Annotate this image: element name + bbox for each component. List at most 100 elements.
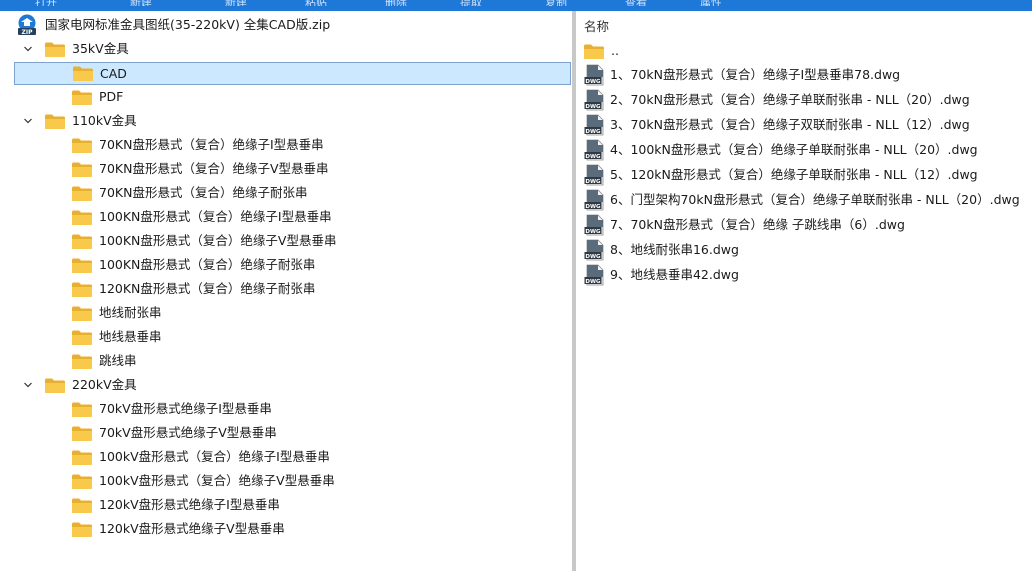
tree-node-label: CAD — [100, 65, 127, 81]
tree-folder-node[interactable]: 70KN盘形悬式（复合）绝缘子V型悬垂串 — [71, 157, 551, 181]
tree-node-label: PDF — [99, 89, 124, 104]
tree-group-node[interactable]: 110kV金具 — [20, 109, 540, 133]
toolbar-button[interactable]: 粘贴 — [305, 0, 329, 6]
dwg-badge: DWG — [585, 279, 601, 285]
tree-node-label: 100kV盘形悬式（复合）绝缘子Ⅴ型悬垂串 — [99, 473, 335, 488]
tree-node-label: 70KN盘形悬式（复合）绝缘子Ⅰ型悬垂串 — [99, 137, 324, 152]
tree-folder-node[interactable]: 100kV盘形悬式（复合）绝缘子Ⅰ型悬垂串 — [71, 445, 551, 469]
tree-folder-node[interactable]: 100KN盘形悬式（复合）绝缘子耐张串 — [71, 253, 551, 277]
folder-icon — [71, 521, 93, 538]
file-row[interactable]: DWG 1、70kN盘形悬式（复合）绝缘子I型悬垂串78.dwg — [584, 63, 1030, 87]
chevron-down-icon[interactable] — [20, 377, 36, 393]
toolbar-button[interactable]: 删除 — [385, 0, 409, 6]
toolbar-button[interactable]: 提取 — [460, 0, 484, 6]
file-name: 9、地线悬垂串42.dwg — [610, 267, 739, 282]
folder-icon — [71, 233, 93, 250]
toolbar-button[interactable]: 属性 — [700, 0, 724, 6]
tree-node-label: 跳线串 — [99, 353, 137, 368]
tree-folder-node[interactable]: 120kV盘形悬式绝缘子V型悬垂串 — [71, 517, 551, 541]
tree-group-node[interactable]: 35kV金具 — [20, 37, 540, 61]
folder-icon — [44, 41, 66, 58]
tree-node-label: 地线悬垂串 — [99, 329, 162, 344]
tree-node-label: 110kV金具 — [72, 113, 137, 128]
parent-folder-row[interactable]: .. — [583, 39, 1023, 63]
file-row[interactable]: DWG 2、70kN盘形悬式（复合）绝缘子单联耐张串 - NLL（20）.dwg — [584, 88, 1030, 112]
tree-folder-node[interactable]: 70KN盘形悬式（复合）绝缘子耐张串 — [71, 181, 551, 205]
chevron-down-icon[interactable] — [20, 113, 36, 129]
folder-icon — [72, 65, 94, 82]
tree-folder-node[interactable]: 70kV盘形悬式绝缘子Ⅴ型悬垂串 — [71, 421, 551, 445]
tree-node-label: 70KN盘形悬式（复合）绝缘子V型悬垂串 — [99, 161, 329, 176]
tree-node-label: 70kV盘形悬式绝缘子Ⅴ型悬垂串 — [99, 425, 277, 440]
toolbar-button[interactable]: 新建 — [225, 0, 249, 6]
folder-icon — [44, 113, 66, 130]
tree-folder-node[interactable]: 地线耐张串 — [71, 301, 551, 325]
file-row[interactable]: DWG 5、120kN盘形悬式（复合）绝缘子单联耐张串 - NLL（12）.dwg — [584, 163, 1030, 187]
tree-node-label: 100KN盘形悬式（复合）绝缘子Ⅰ型悬垂串 — [99, 209, 332, 224]
dwg-badge: DWG — [585, 104, 601, 110]
dwg-file-icon: DWG — [584, 214, 605, 236]
folder-icon — [71, 425, 93, 442]
tree-node-label: 地线耐张串 — [99, 305, 162, 320]
file-name: 3、70kN盘形悬式（复合）绝缘子双联耐张串 - NLL（12）.dwg — [610, 117, 970, 132]
tree-folder-node[interactable]: 70KN盘形悬式（复合）绝缘子Ⅰ型悬垂串 — [71, 133, 551, 157]
file-name: 5、120kN盘形悬式（复合）绝缘子单联耐张串 - NLL（12）.dwg — [610, 167, 978, 182]
folder-icon — [583, 43, 605, 60]
file-row[interactable]: DWG 8、地线耐张串16.dwg — [584, 238, 1030, 262]
dwg-file-icon: DWG — [584, 89, 605, 111]
parent-folder-label: .. — [611, 43, 619, 58]
tree-folder-node[interactable]: 100KN盘形悬式（复合）绝缘子V型悬垂串 — [71, 229, 551, 253]
dwg-file-icon: DWG — [584, 164, 605, 186]
dwg-file-icon: DWG — [584, 64, 605, 86]
dwg-badge: DWG — [585, 154, 601, 160]
name-column-header[interactable]: 名称 — [584, 16, 609, 35]
toolbar-button[interactable]: 查看 — [625, 0, 649, 6]
dwg-file-icon: DWG — [584, 139, 605, 161]
file-name: 4、100kN盘形悬式（复合）绝缘子单联耐张串 - NLL（20）.dwg — [610, 142, 978, 157]
chevron-down-icon[interactable] — [20, 41, 36, 57]
tree-folder-node[interactable]: 100kV盘形悬式（复合）绝缘子Ⅴ型悬垂串 — [71, 469, 551, 493]
tree-root-archive[interactable]: ZIP 国家电网标准金具图纸(35-220kV) 全集CAD版.zip — [16, 13, 556, 37]
toolbar-button[interactable]: 新建 — [130, 0, 154, 6]
tree-folder-node[interactable]: CAD — [14, 62, 571, 85]
folder-tree-pane: ZIP 国家电网标准金具图纸(35-220kV) 全集CAD版.zip 35kV金具… — [0, 11, 572, 571]
toolbar-button[interactable]: 打开 — [35, 0, 59, 6]
tree-folder-node[interactable]: 地线悬垂串 — [71, 325, 551, 349]
file-name: 1、70kN盘形悬式（复合）绝缘子I型悬垂串78.dwg — [610, 67, 901, 82]
folder-icon — [71, 305, 93, 322]
tree-group-node[interactable]: 220kV金具 — [20, 373, 540, 397]
svg-text:ZIP: ZIP — [22, 29, 34, 36]
dwg-badge: DWG — [585, 129, 601, 135]
tree-folder-node[interactable]: 70kV盘形悬式绝缘子Ⅰ型悬垂串 — [71, 397, 551, 421]
file-row[interactable]: DWG 6、门型架构70kN盘形悬式（复合）绝缘子单联耐张串 - NLL（20）.… — [584, 188, 1030, 212]
tree-node-label: 100kV盘形悬式（复合）绝缘子Ⅰ型悬垂串 — [99, 449, 330, 464]
tree-node-label: 120KN盘形悬式（复合）绝缘子耐张串 — [99, 281, 316, 296]
dwg-badge: DWG — [585, 204, 601, 210]
file-row[interactable]: DWG 7、70kN盘形悬式（复合）绝缘 子跳线串（6）.dwg — [584, 213, 1030, 237]
dwg-badge: DWG — [585, 229, 601, 235]
tree-node-label: 70KN盘形悬式（复合）绝缘子耐张串 — [99, 185, 308, 200]
folder-icon — [71, 281, 93, 298]
tree-node-label: 120kV盘形悬式绝缘子V型悬垂串 — [99, 521, 285, 536]
file-name: 6、门型架构70kN盘形悬式（复合）绝缘子单联耐张串 - NLL（20）.dwg — [610, 192, 1020, 207]
tree-node-label: 100KN盘形悬式（复合）绝缘子耐张串 — [99, 257, 316, 272]
toolbar-button[interactable]: 复制 — [545, 0, 569, 6]
tree-folder-node[interactable]: 120kV盘形悬式绝缘子Ⅰ型悬垂串 — [71, 493, 551, 517]
tree-node-label: 35kV金具 — [72, 41, 129, 56]
file-row[interactable]: DWG 4、100kN盘形悬式（复合）绝缘子单联耐张串 - NLL（20）.dwg — [584, 138, 1030, 162]
tree-node-label: 120kV盘形悬式绝缘子Ⅰ型悬垂串 — [99, 497, 280, 512]
file-row[interactable]: DWG 9、地线悬垂串42.dwg — [584, 263, 1030, 287]
file-row[interactable]: DWG 3、70kN盘形悬式（复合）绝缘子双联耐张串 - NLL（12）.dwg — [584, 113, 1030, 137]
tree-folder-node[interactable]: 跳线串 — [71, 349, 551, 373]
tree-node-label: 220kV金具 — [72, 377, 137, 392]
tree-folder-node[interactable]: 120KN盘形悬式（复合）绝缘子耐张串 — [71, 277, 551, 301]
dwg-file-icon: DWG — [584, 264, 605, 286]
tree-node-label: 100KN盘形悬式（复合）绝缘子V型悬垂串 — [99, 233, 337, 248]
tree-folder-node[interactable]: PDF — [71, 85, 551, 109]
tree-node-label: 70kV盘形悬式绝缘子Ⅰ型悬垂串 — [99, 401, 272, 416]
dwg-badge: DWG — [585, 254, 601, 260]
folder-icon — [71, 497, 93, 514]
top-toolbar: 打开 新建 新建 粘贴 删除 提取 复制 查看 属性 — [0, 0, 1032, 11]
folder-icon — [71, 209, 93, 226]
tree-folder-node[interactable]: 100KN盘形悬式（复合）绝缘子Ⅰ型悬垂串 — [71, 205, 551, 229]
